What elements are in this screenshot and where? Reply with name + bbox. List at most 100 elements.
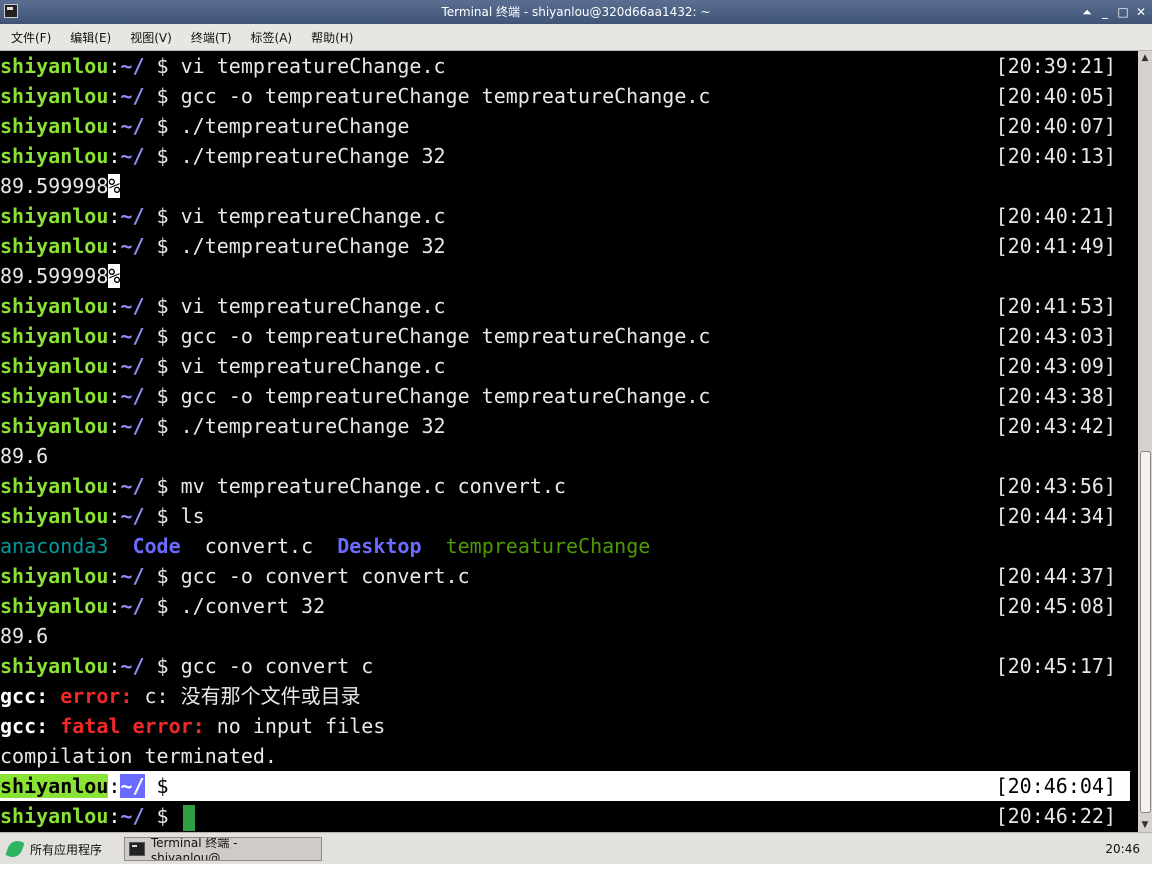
timestamp: [20:43:42] — [995, 414, 1116, 438]
scroll-down-icon[interactable]: ▼ — [1138, 818, 1152, 832]
prompt-colon: : — [108, 504, 121, 528]
shade-icon[interactable]: ⏶ — [1080, 0, 1094, 24]
prompt-symbol: $ — [144, 114, 181, 138]
terminal-line: 89.6 — [0, 621, 1130, 651]
timestamp: [20:46:04] — [995, 774, 1116, 798]
error-message: c: 没有那个文件或目录 — [132, 684, 361, 708]
terminal-line: shiyanlou:~/ $ ./tempreatureChange 32 [20… — [0, 141, 1130, 171]
prompt-symbol: $ — [144, 84, 181, 108]
taskbar: 所有应用程序 Terminal 终端 - shiyanlou@… 20:46 — [0, 832, 1152, 865]
output-text: 89.6 — [0, 444, 49, 468]
timestamp: [20:43:56] — [995, 474, 1116, 498]
menu-terminal[interactable]: 终端(T) — [183, 29, 240, 46]
timestamp: [20:40:13] — [995, 144, 1116, 168]
taskbar-task-label: Terminal 终端 - shiyanlou@… — [150, 837, 238, 861]
terminal-line: shiyanlou:~/ $ ./convert 32 [20:45:08] — [0, 591, 1130, 621]
command-text: ./tempreatureChange 32 — [180, 144, 446, 168]
prompt-colon: : — [108, 474, 121, 498]
terminal-output[interactable]: shiyanlou:~/ $ vi tempreatureChange.c [20… — [0, 51, 1138, 832]
prompt-user: shiyanlou — [0, 654, 109, 678]
prompt-path: ~/ — [120, 234, 145, 258]
prompt-user: shiyanlou — [0, 54, 109, 78]
terminal-line: shiyanlou:~/ $ ./tempreatureChange 32 [20… — [0, 231, 1130, 261]
timestamp: [20:45:17] — [995, 654, 1116, 678]
prompt-user: shiyanlou — [0, 384, 109, 408]
prompt-user: shiyanlou — [0, 324, 109, 348]
timestamp: [20:45:08] — [995, 594, 1116, 618]
ls-entry: Code — [132, 534, 181, 558]
prompt-colon: : — [108, 354, 121, 378]
prompt-path: ~/ — [120, 804, 145, 828]
prompt-path: ~/ — [120, 324, 145, 348]
terminal-line: compilation terminated. — [0, 741, 1130, 771]
no-newline-marker: % — [108, 264, 121, 288]
terminal-line: shiyanlou:~/ $ vi tempreatureChange.c [20… — [0, 201, 1130, 231]
output-text: 89.6 — [0, 624, 49, 648]
scrollbar-thumb[interactable] — [1140, 451, 1151, 813]
prompt-colon: : — [108, 564, 121, 588]
prompt-symbol: $ — [144, 294, 181, 318]
prompt-user: shiyanlou — [0, 774, 109, 798]
ls-entry: convert.c — [204, 534, 314, 558]
menu-tabs[interactable]: 标签(A) — [243, 29, 301, 46]
maximize-icon[interactable]: □ — [1116, 0, 1130, 24]
scroll-up-icon[interactable]: ▲ — [1138, 51, 1152, 65]
timestamp: [20:43:09] — [995, 354, 1116, 378]
timestamp: [20:44:34] — [995, 504, 1116, 528]
prompt-colon: : — [108, 324, 121, 348]
window-title-bar[interactable]: Terminal 终端 - shiyanlou@320d66aa1432: ~ … — [0, 0, 1152, 24]
terminal-line: shiyanlou:~/ $ [20:46:04] — [0, 771, 1130, 801]
error-label: fatal error: — [60, 714, 205, 738]
timestamp: [20:39:21] — [995, 54, 1116, 78]
menu-help[interactable]: 帮助(H) — [303, 29, 361, 46]
prompt-symbol: $ — [144, 144, 181, 168]
timestamp: [20:46:22] — [995, 804, 1116, 828]
command-text: vi tempreatureChange.c — [180, 204, 446, 228]
prompt-symbol: $ — [144, 564, 181, 588]
text-cursor[interactable] — [182, 804, 195, 831]
ls-entry: Desktop — [337, 534, 422, 558]
prompt-path: ~/ — [120, 54, 145, 78]
terminal-line: 89.6 — [0, 441, 1130, 471]
terminal-scrollbar[interactable]: ▲ ▼ — [1138, 51, 1152, 832]
timestamp: [20:43:03] — [995, 324, 1116, 348]
output-text: compilation terminated. — [0, 744, 277, 768]
prompt-path: ~/ — [120, 504, 145, 528]
prompt-colon: : — [108, 294, 121, 318]
taskbar-terminal-button[interactable]: Terminal 终端 - shiyanlou@… — [124, 837, 322, 861]
terminal-line: gcc: fatal error: no input files — [0, 711, 1130, 741]
error-prefix: gcc: — [0, 714, 49, 738]
close-icon[interactable]: ✕ — [1134, 0, 1148, 24]
menu-file[interactable]: 文件(F) — [3, 29, 59, 46]
prompt-path: ~/ — [120, 114, 145, 138]
command-text: mv tempreatureChange.c convert.c — [180, 474, 566, 498]
prompt-user: shiyanlou — [0, 354, 109, 378]
prompt-symbol: $ — [144, 234, 181, 258]
command-text: ./tempreatureChange — [180, 114, 410, 138]
menu-view[interactable]: 视图(V) — [122, 29, 180, 46]
command-text: gcc -o tempreatureChange tempreatureChan… — [180, 384, 711, 408]
terminal-line: gcc: error: c: 没有那个文件或目录 — [0, 681, 1130, 711]
prompt-path: ~/ — [120, 294, 145, 318]
terminal-line: shiyanlou:~/ $ vi tempreatureChange.c [20… — [0, 291, 1130, 321]
prompt-symbol: $ — [144, 774, 181, 798]
prompt-path: ~/ — [120, 594, 145, 618]
prompt-colon: : — [108, 84, 121, 108]
prompt-path: ~/ — [120, 474, 145, 498]
bottom-strip — [0, 864, 1152, 896]
minimize-icon[interactable]: _ — [1098, 0, 1112, 24]
terminal-line: shiyanlou:~/ $ gcc -o convert c [20:45:17… — [0, 651, 1130, 681]
prompt-symbol: $ — [144, 324, 181, 348]
prompt-colon: : — [108, 804, 121, 828]
prompt-symbol: $ — [144, 594, 181, 618]
command-text: vi tempreatureChange.c — [180, 54, 446, 78]
prompt-user: shiyanlou — [0, 594, 109, 618]
terminal-line: anaconda3 Code convert.c Desktop temprea… — [0, 531, 1130, 561]
menu-edit[interactable]: 编辑(E) — [62, 29, 119, 46]
ls-entry: anaconda3 — [0, 534, 109, 558]
prompt-symbol: $ — [144, 504, 181, 528]
start-menu-button[interactable]: 所有应用程序 — [5, 838, 102, 860]
prompt-path: ~/ — [120, 84, 145, 108]
menu-bar: 文件(F) 编辑(E) 视图(V) 终端(T) 标签(A) 帮助(H) — [0, 24, 1152, 51]
command-text: gcc -o convert convert.c — [180, 564, 470, 588]
